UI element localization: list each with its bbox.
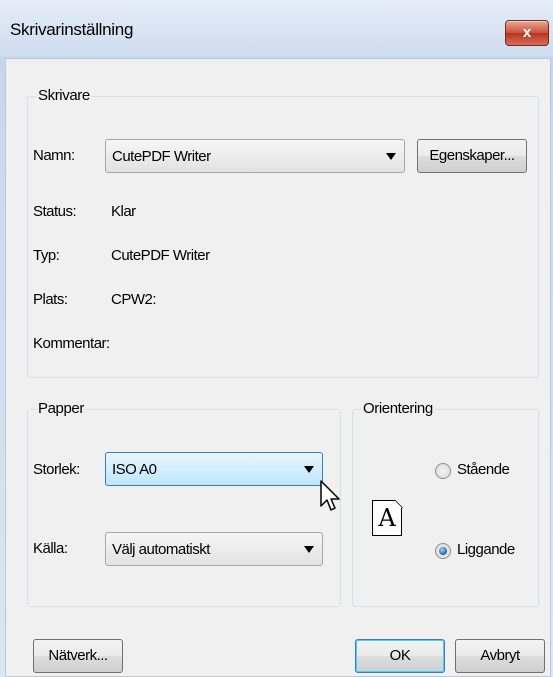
type-label: Typ: <box>33 247 60 264</box>
printer-name-select[interactable]: CutePDF Writer <box>105 139 405 173</box>
chevron-down-icon <box>304 546 314 553</box>
printer-setup-dialog: Skrivarinställning x Skrivare Namn: Cute… <box>0 0 553 677</box>
landscape-radio[interactable] <box>435 543 451 559</box>
paper-source-select[interactable]: Välj automatiskt <box>105 532 323 566</box>
page-orientation-preview-icon: A <box>372 499 403 536</box>
source-label: Källa: <box>33 540 68 557</box>
location-label: Plats: <box>33 291 68 308</box>
type-value: CutePDF Writer <box>111 247 210 264</box>
comment-label: Kommentar: <box>33 335 110 352</box>
paper-group-legend: Papper <box>36 400 86 417</box>
size-label: Storlek: <box>33 461 80 478</box>
printer-name-value: CutePDF Writer <box>112 148 211 165</box>
window-title: Skrivarinställning <box>10 20 134 39</box>
mouse-pointer-icon <box>320 480 340 511</box>
ok-button[interactable]: OK <box>355 639 445 673</box>
chevron-down-icon <box>304 466 314 473</box>
properties-button[interactable]: Egenskaper... <box>417 139 527 173</box>
portrait-radio[interactable] <box>435 463 451 479</box>
location-value: CPW2: <box>111 291 157 308</box>
paper-group: Papper <box>27 400 341 607</box>
paper-size-value: ISO A0 <box>112 461 157 478</box>
printer-group-legend: Skrivare <box>36 87 92 104</box>
paper-size-select[interactable]: ISO A0 <box>105 452 323 486</box>
orientation-group-legend: Orientering <box>361 400 435 417</box>
paper-source-value: Välj automatiskt <box>112 541 210 558</box>
portrait-label[interactable]: Stående <box>457 461 510 478</box>
cancel-button[interactable]: Avbryt <box>455 639 545 673</box>
chevron-down-icon <box>386 153 396 160</box>
status-label: Status: <box>33 203 77 220</box>
title-bar[interactable]: Skrivarinställning x <box>0 0 553 56</box>
dialog-body: Skrivare Namn: CutePDF Writer Egenskaper… <box>5 58 551 677</box>
close-button[interactable]: x <box>505 20 549 46</box>
network-button[interactable]: Nätverk... <box>33 639 123 673</box>
landscape-label[interactable]: Liggande <box>457 541 515 558</box>
name-label: Namn: <box>33 147 75 164</box>
status-value: Klar <box>111 203 136 220</box>
